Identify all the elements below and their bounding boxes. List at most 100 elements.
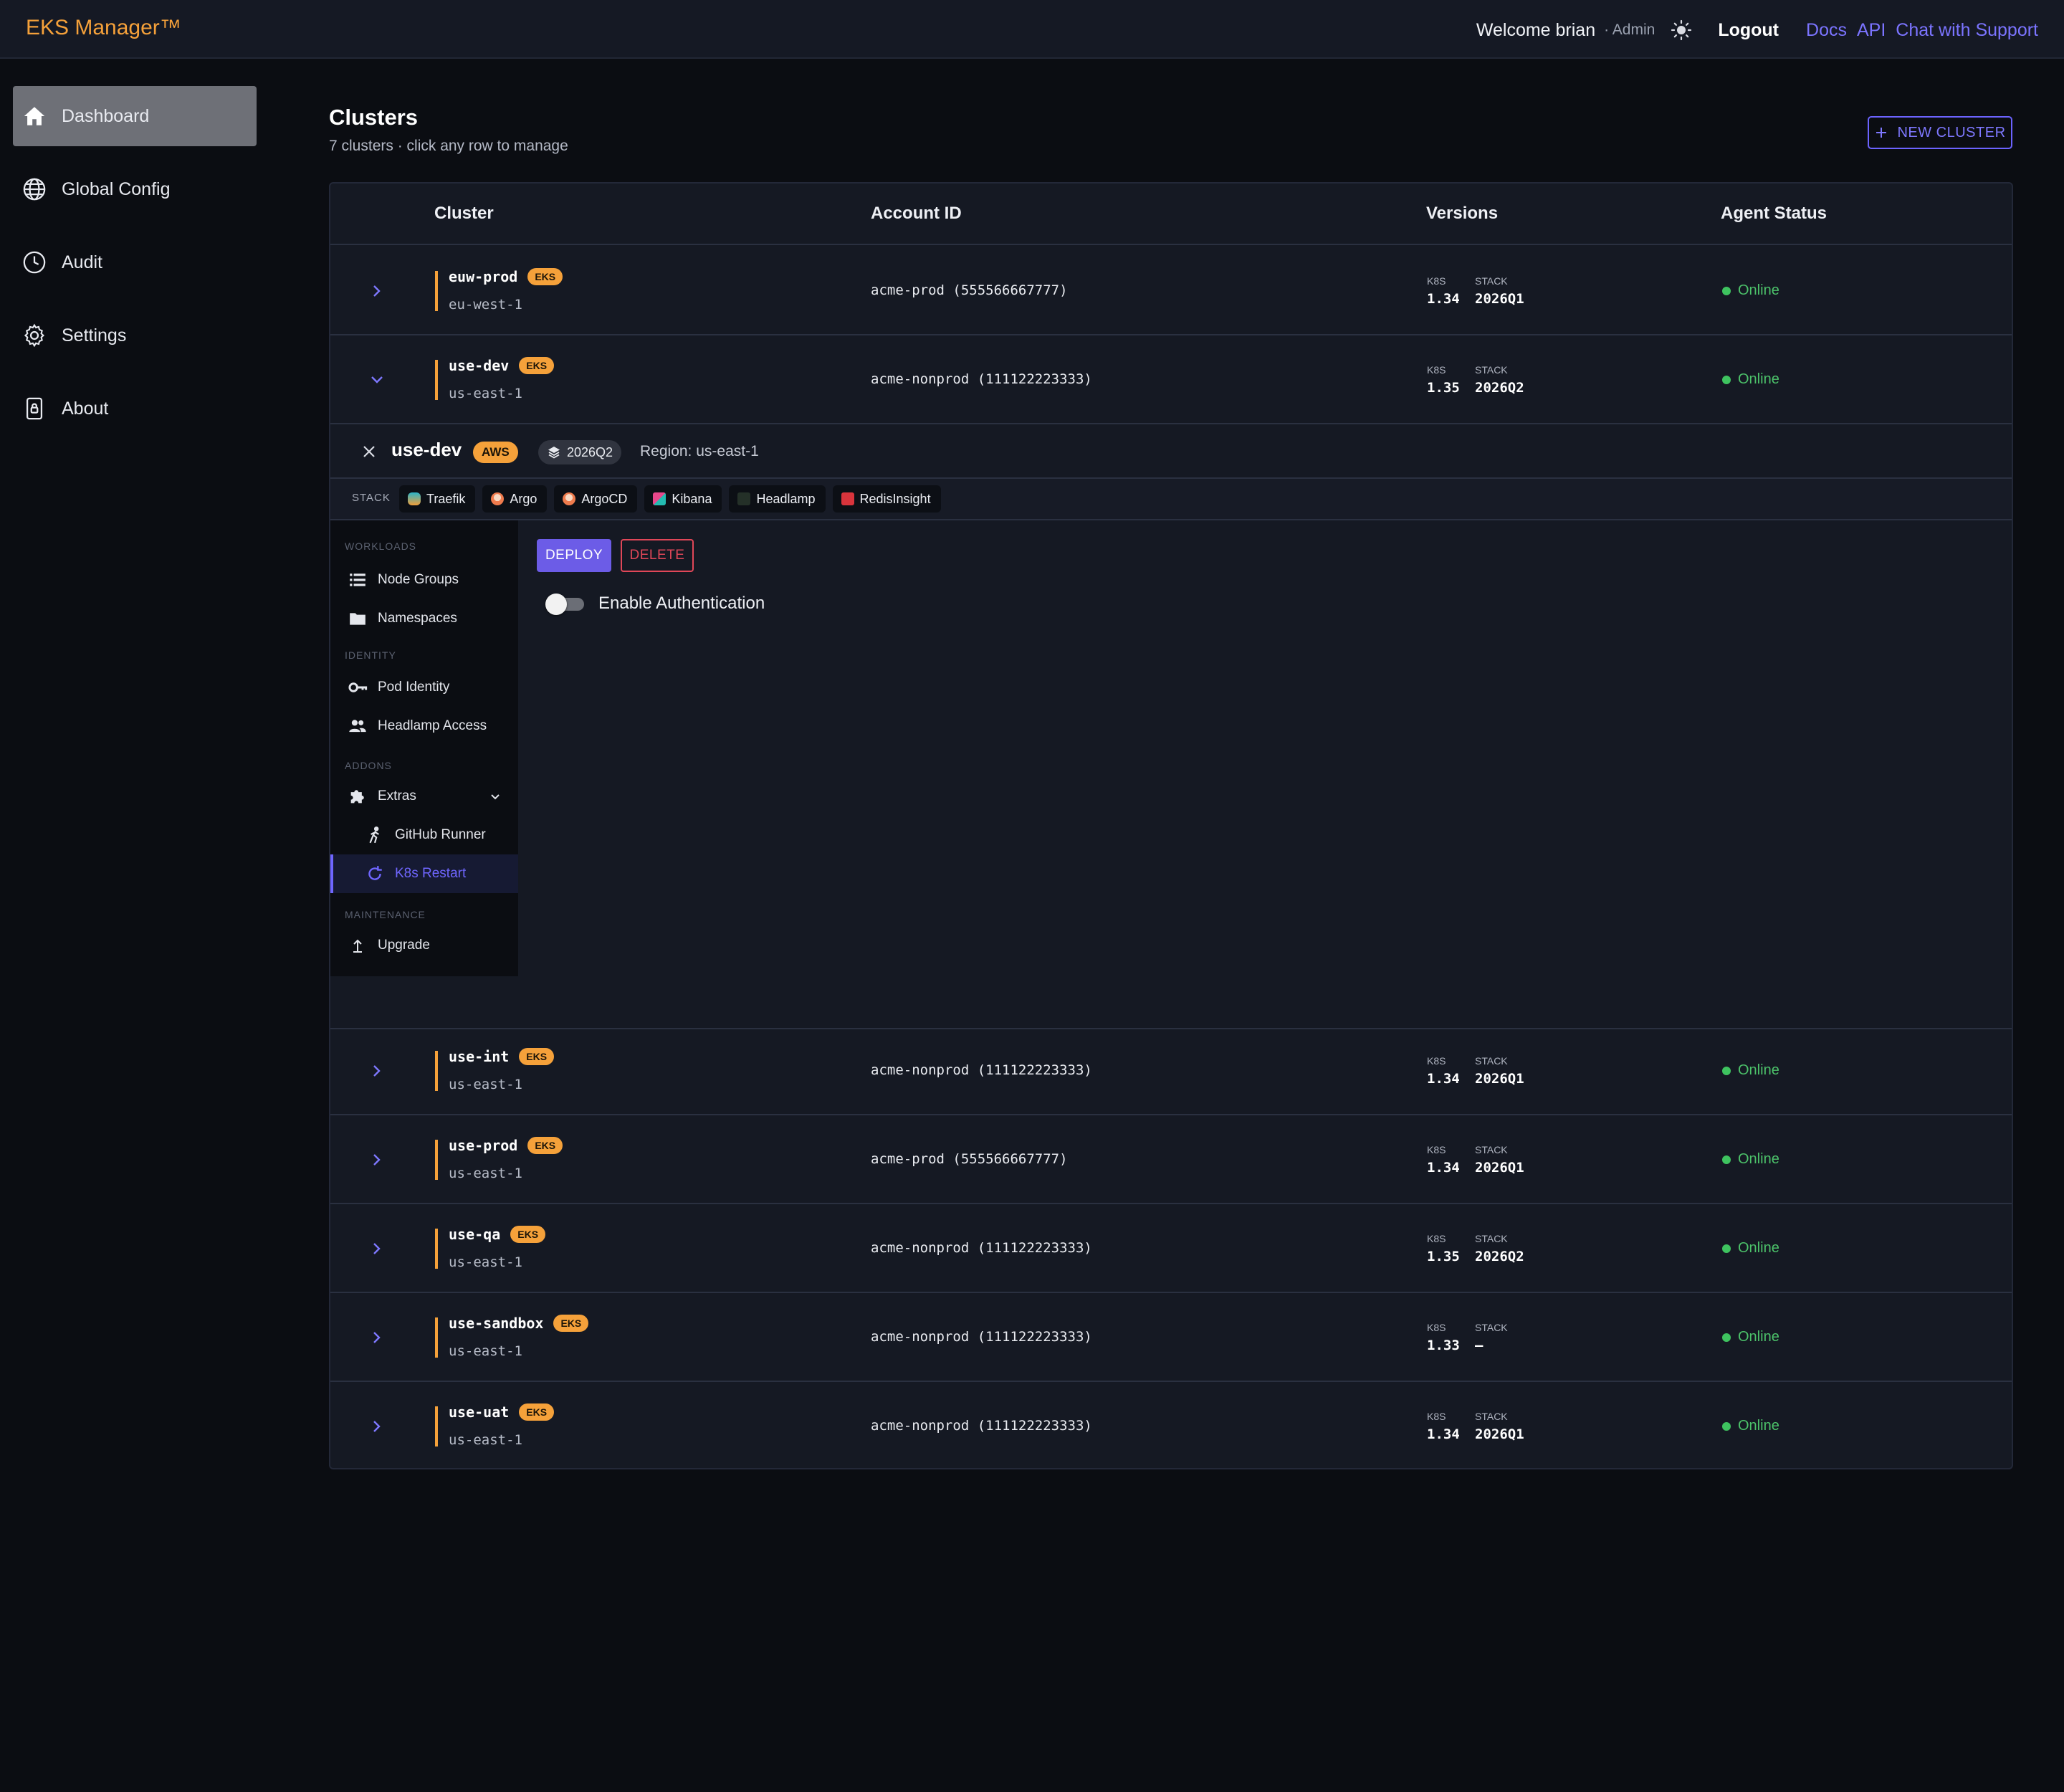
row-accent	[435, 1140, 438, 1180]
chevron-right-icon[interactable]	[366, 1238, 388, 1259]
subnav-label: K8s Restart	[395, 866, 467, 881]
stack-label: STACK	[1475, 364, 1508, 376]
table-header: Cluster Account ID Versions Agent Status	[330, 184, 2012, 245]
subnav-item-github-runner[interactable]: GitHub Runner	[330, 816, 518, 854]
section-maintenance: MAINTENANCE	[345, 909, 426, 920]
table-row[interactable]: use-qa EKS us-east-1 acme-nonprod (111122…	[330, 1204, 2012, 1293]
k8s-label: K8S	[1427, 275, 1446, 287]
subnav-item-pod-identity[interactable]: Pod Identity	[330, 668, 518, 707]
table-row[interactable]: use-prod EKS us-east-1 acme-prod (5555666…	[330, 1115, 2012, 1204]
subnav-item-headlamp-access[interactable]: Headlamp Access	[330, 707, 518, 745]
new-cluster-button[interactable]: NEW CLUSTER	[1868, 116, 2012, 149]
delete-button[interactable]: DELETE	[621, 539, 694, 572]
new-cluster-label: NEW CLUSTER	[1897, 124, 2006, 140]
stack-version: 2026Q2	[1475, 380, 1524, 396]
stack-tools-bar: STACK Traefik Argo ArgoCD Kibana Headlam…	[330, 479, 2012, 520]
subnav-item-namespaces[interactable]: Namespaces	[330, 599, 518, 638]
section-identity: IDENTITY	[345, 649, 396, 661]
tool-traefik[interactable]: Traefik	[399, 485, 476, 513]
subnav-label: Node Groups	[378, 572, 459, 587]
stack-version: 2026Q2	[1475, 1249, 1524, 1264]
chevron-right-icon[interactable]	[366, 280, 388, 302]
status-text: Online	[1738, 1151, 1779, 1167]
chat-support-link[interactable]: Chat with Support	[1896, 20, 2038, 41]
k8s-version: 1.35	[1427, 1249, 1460, 1264]
subnav-item-upgrade[interactable]: Upgrade	[330, 926, 518, 965]
agent-status: Online	[1722, 282, 1779, 299]
eks-badge: EKS	[527, 1137, 563, 1154]
k8s-label: K8S	[1427, 1233, 1446, 1244]
chevron-down-icon[interactable]	[488, 790, 502, 804]
eks-badge: EKS	[519, 357, 555, 374]
table-row[interactable]: use-uat EKS us-east-1 acme-nonprod (11112…	[330, 1382, 2012, 1468]
stack-version-chip: 2026Q2	[538, 440, 622, 464]
chevron-right-icon[interactable]	[366, 1327, 388, 1348]
tool-headlamp[interactable]: Headlamp	[729, 485, 826, 513]
panel-header: use-dev AWS 2026Q2 Region: us-east-1	[330, 424, 2012, 479]
chevron-right-icon[interactable]	[366, 1416, 388, 1437]
row-accent	[435, 1051, 438, 1091]
sidebar-item-label: Dashboard	[62, 105, 150, 126]
status-dot	[1722, 375, 1731, 384]
close-icon[interactable]	[359, 442, 379, 462]
chevron-down-icon[interactable]	[366, 369, 388, 391]
puzzle-icon	[348, 786, 368, 806]
stack-version: 2026Q1	[1475, 1426, 1524, 1442]
subnav-item-node-groups[interactable]: Node Groups	[330, 561, 518, 599]
tool-argocd[interactable]: ArgoCD	[554, 485, 638, 513]
people-icon	[348, 716, 368, 736]
lock-icon	[22, 396, 47, 421]
tool-argo[interactable]: Argo	[482, 485, 548, 513]
cluster-name-text: use-sandbox	[449, 1315, 544, 1332]
chevron-right-icon[interactable]	[366, 1149, 388, 1171]
header-agent-status: Agent Status	[1721, 204, 1828, 223]
tool-label: Kibana	[672, 491, 712, 506]
row-accent	[435, 1229, 438, 1269]
eks-badge: EKS	[553, 1315, 589, 1332]
tool-redisinsight[interactable]: RedisInsight	[832, 485, 941, 513]
subnav-label: Pod Identity	[378, 680, 450, 695]
docs-link[interactable]: Docs	[1806, 20, 1847, 41]
sidebar-item-about[interactable]: About	[13, 378, 257, 439]
table-row[interactable]: use-sandbox EKS us-east-1 acme-nonprod (1…	[330, 1293, 2012, 1382]
cluster-name: use-prod EKS	[449, 1137, 563, 1154]
api-link[interactable]: API	[1857, 20, 1886, 41]
subnav-item-k8s-restart[interactable]: K8s Restart	[330, 854, 518, 893]
subnav-label: GitHub Runner	[395, 827, 486, 842]
cluster-name: use-qa EKS	[449, 1226, 546, 1243]
tool-kibana[interactable]: Kibana	[644, 485, 722, 513]
k8s-version: 1.34	[1427, 1071, 1460, 1087]
kibana-icon	[653, 492, 666, 505]
cluster-region: us-east-1	[449, 1166, 522, 1181]
table-row[interactable]: use-dev EKS us-east-1 acme-nonprod (11112…	[330, 335, 2012, 424]
chevron-right-icon[interactable]	[366, 1060, 388, 1082]
refresh-icon	[365, 864, 385, 884]
k8s-label: K8S	[1427, 1322, 1446, 1333]
stack-label: STACK	[1475, 275, 1508, 287]
status-dot	[1722, 1244, 1731, 1253]
deploy-button[interactable]: DEPLOY	[537, 539, 611, 572]
stack-label: STACK	[1475, 1233, 1508, 1244]
sidebar-item-global-config[interactable]: Global Config	[13, 159, 257, 219]
subnav-label: Namespaces	[378, 611, 457, 626]
tool-label: Argo	[510, 491, 538, 506]
eks-badge: EKS	[510, 1226, 546, 1243]
k8s-version: 1.34	[1427, 291, 1460, 307]
subnav-label: Extras	[378, 788, 416, 804]
header-cluster: Cluster	[434, 204, 494, 223]
table-row[interactable]: euw-prod EKS eu-west-1 acme-prod (5555666…	[330, 247, 2012, 335]
logout-button[interactable]: Logout	[1718, 20, 1779, 41]
sidebar-item-settings[interactable]: Settings	[13, 305, 257, 366]
sidebar-item-dashboard[interactable]: Dashboard	[13, 86, 257, 146]
row-accent	[435, 1406, 438, 1447]
plus-icon	[1876, 128, 1887, 138]
sun-icon[interactable]	[1671, 19, 1692, 41]
cluster-region: us-east-1	[449, 1343, 522, 1359]
panel-region: Region: us-east-1	[640, 443, 759, 459]
cluster-name: use-sandbox EKS	[449, 1315, 589, 1332]
sidebar-item-audit[interactable]: Audit	[13, 232, 257, 292]
table-row[interactable]: use-int EKS us-east-1 acme-nonprod (11112…	[330, 1026, 2012, 1115]
subnav-item-extras[interactable]: Extras	[330, 777, 518, 816]
enable-auth-toggle[interactable]	[545, 594, 586, 615]
k8s-version: 1.33	[1427, 1338, 1460, 1353]
